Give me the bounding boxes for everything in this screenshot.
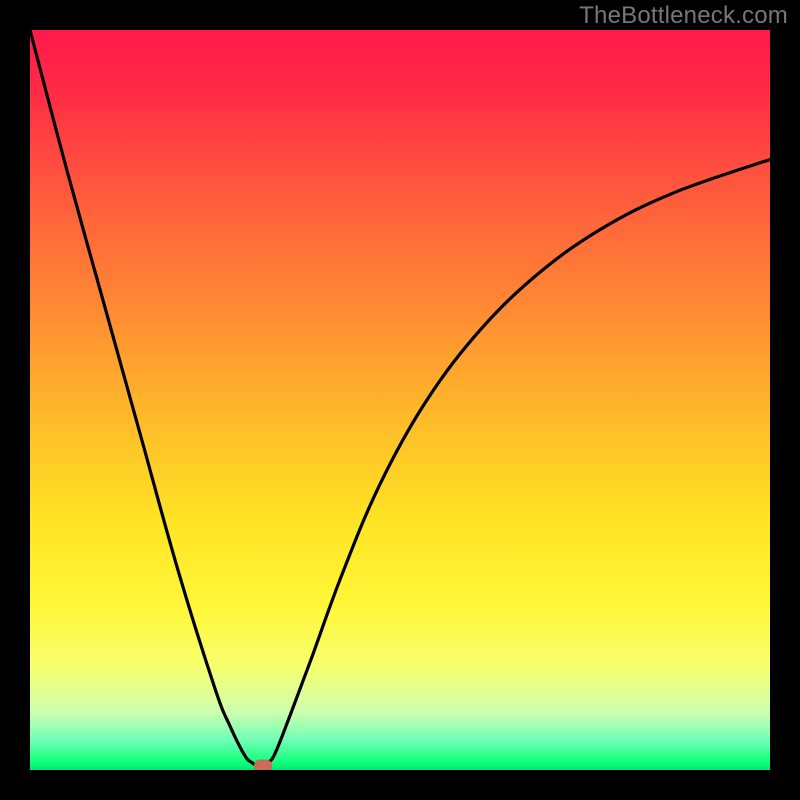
watermark-text: TheBottleneck.com: [579, 2, 788, 30]
chart-frame: TheBottleneck.com: [0, 0, 800, 800]
curve-svg: [30, 30, 770, 770]
plot-area: [30, 30, 770, 770]
bottleneck-curve: [30, 30, 770, 766]
optimal-point-marker: [254, 760, 272, 770]
